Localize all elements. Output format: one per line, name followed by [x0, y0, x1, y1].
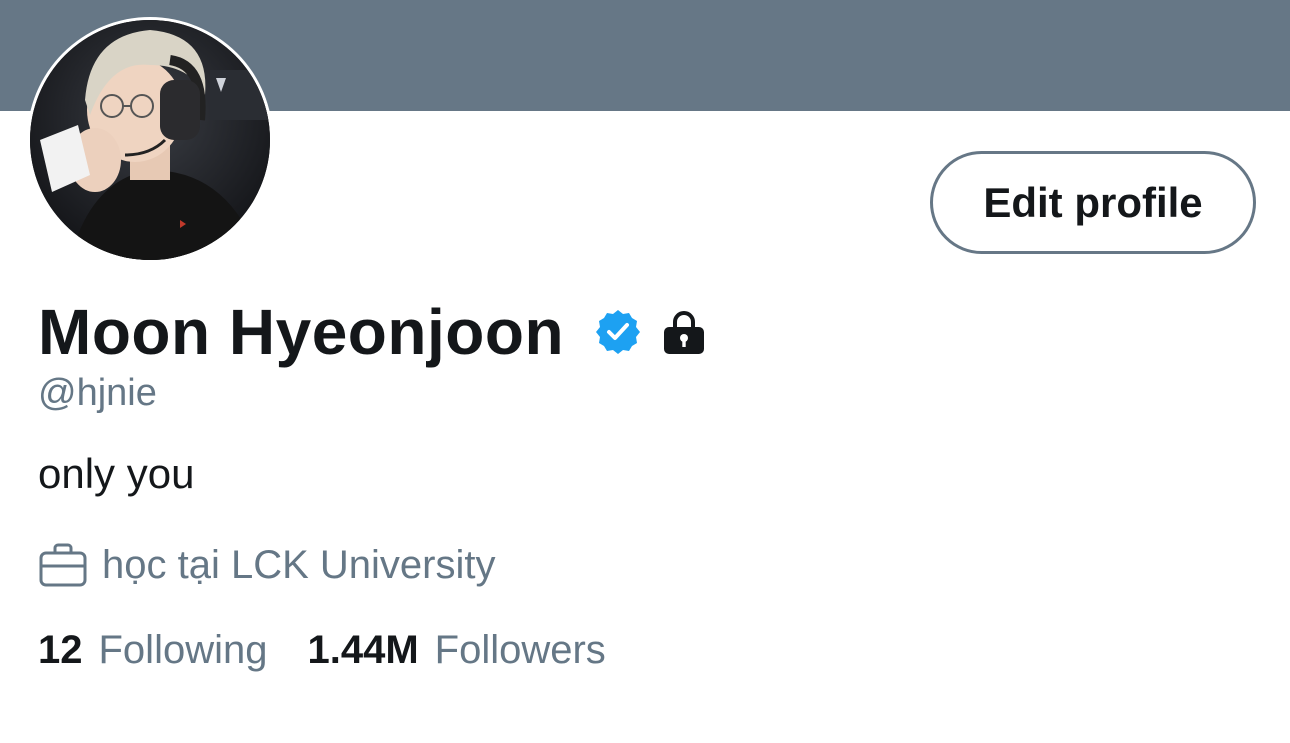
- profile-handle: @hjnie: [38, 372, 157, 414]
- edit-profile-button[interactable]: Edit profile: [930, 151, 1256, 254]
- profile-bio: only you: [38, 450, 195, 497]
- verified-badge-icon: [596, 310, 641, 354]
- profile-workplace: học tại LCK University: [38, 540, 495, 590]
- followers-count: 1.44M: [307, 628, 419, 672]
- workplace-text: học tại LCK University: [102, 542, 496, 587]
- lock-icon: [664, 311, 705, 354]
- name-row: Moon Hyeonjoon: [38, 296, 708, 368]
- followers-link[interactable]: 1.44M Followers: [307, 628, 605, 673]
- following-link[interactable]: 12 Following: [38, 628, 267, 673]
- following-count: 12: [38, 628, 83, 672]
- profile-page: Edit profile Moon Hyeonjoon @hjnie only …: [0, 0, 1290, 743]
- following-label: Following: [98, 628, 268, 672]
- display-name: Moon Hyeonjoon: [38, 296, 565, 368]
- avatar-photo: [30, 20, 270, 260]
- profile-avatar[interactable]: [30, 20, 270, 260]
- profile-stats: 12 Following 1.44M Followers: [38, 628, 606, 673]
- followers-label: Followers: [434, 628, 606, 672]
- briefcase-icon: [39, 543, 87, 587]
